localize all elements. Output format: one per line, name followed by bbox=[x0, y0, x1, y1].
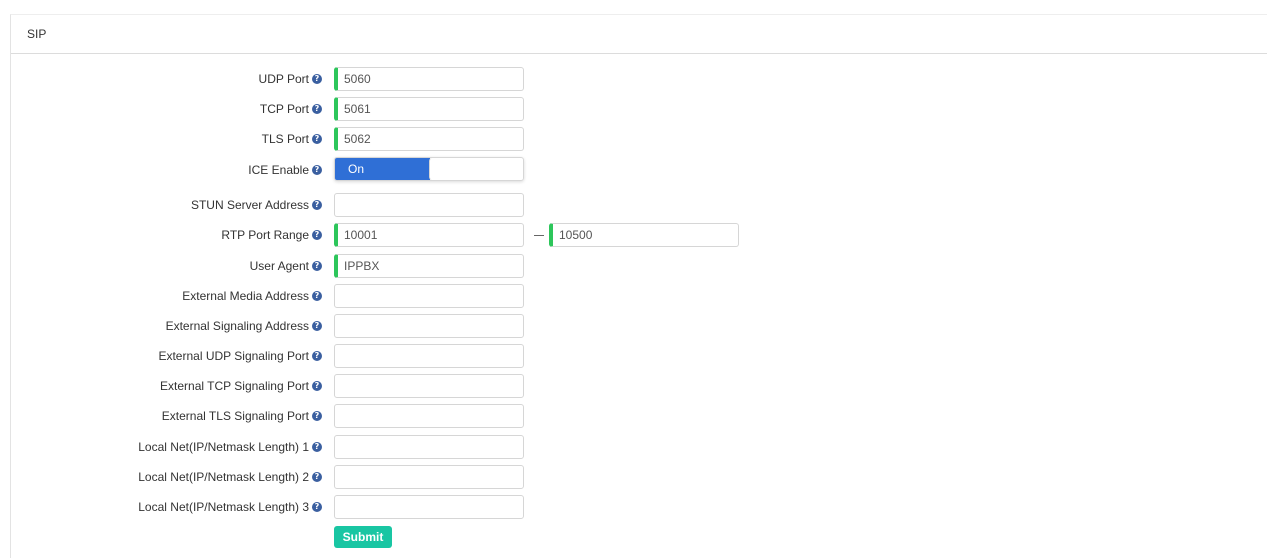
ext-media-address-input[interactable] bbox=[334, 284, 524, 308]
help-icon[interactable]: ? bbox=[312, 74, 322, 84]
local-net-1-label: Local Net(IP/Netmask Length) 1 bbox=[138, 440, 309, 454]
ext-signaling-address-input[interactable] bbox=[334, 314, 524, 338]
help-icon[interactable]: ? bbox=[312, 230, 322, 240]
local-net-3-label-group: Local Net(IP/Netmask Length) 3 ? bbox=[138, 495, 322, 519]
local-net-2-label: Local Net(IP/Netmask Length) 2 bbox=[138, 470, 309, 484]
tcp-port-label: TCP Port bbox=[259, 102, 309, 116]
tls-port-label: TLS Port bbox=[261, 132, 309, 146]
rtp-port-start-input[interactable]: 10001 bbox=[334, 223, 524, 247]
submit-button[interactable]: Submit bbox=[334, 526, 392, 548]
help-icon[interactable]: ? bbox=[312, 165, 322, 175]
ext-udp-signaling-port-label-group: External UDP Signaling Port ? bbox=[158, 344, 322, 368]
stun-server-input[interactable] bbox=[334, 193, 524, 217]
section-title: SIP bbox=[27, 27, 47, 41]
stun-server-label: STUN Server Address bbox=[190, 198, 309, 212]
ext-tcp-signaling-port-input[interactable] bbox=[334, 374, 524, 398]
local-net-1-input[interactable] bbox=[334, 435, 524, 459]
local-net-3-input[interactable] bbox=[334, 495, 524, 519]
tcp-port-input[interactable]: 5061 bbox=[334, 97, 524, 121]
help-icon[interactable]: ? bbox=[312, 381, 322, 391]
toggle-on-label: On bbox=[335, 158, 430, 180]
tcp-port-label-group: TCP Port ? bbox=[260, 97, 322, 121]
ext-tcp-signaling-port-label-group: External TCP Signaling Port ? bbox=[160, 374, 322, 398]
tls-port-input[interactable]: 5062 bbox=[334, 127, 524, 151]
ext-signaling-address-label-group: External Signaling Address ? bbox=[166, 314, 322, 338]
panel-header: SIP bbox=[11, 15, 1267, 54]
rtp-port-end-input[interactable]: 10500 bbox=[549, 223, 739, 247]
local-net-2-label-group: Local Net(IP/Netmask Length) 2 ? bbox=[138, 465, 322, 489]
local-net-3-label: Local Net(IP/Netmask Length) 3 bbox=[138, 500, 309, 514]
ext-tcp-signaling-port-label: External TCP Signaling Port bbox=[160, 379, 309, 393]
udp-port-input[interactable]: 5060 bbox=[334, 67, 524, 91]
udp-port-label-group: UDP Port ? bbox=[259, 67, 322, 91]
help-icon[interactable]: ? bbox=[312, 502, 322, 512]
ext-tls-signaling-port-label: External TLS Signaling Port bbox=[161, 409, 309, 423]
help-icon[interactable]: ? bbox=[312, 472, 322, 482]
local-net-1-label-group: Local Net(IP/Netmask Length) 1 ? bbox=[138, 435, 322, 459]
help-icon[interactable]: ? bbox=[312, 261, 322, 271]
ice-enable-label: ICE Enable bbox=[248, 163, 309, 177]
ext-signaling-address-label: External Signaling Address bbox=[165, 319, 309, 333]
tls-port-label-group: TLS Port ? bbox=[262, 127, 322, 151]
help-icon[interactable]: ? bbox=[312, 321, 322, 331]
help-icon[interactable]: ? bbox=[312, 442, 322, 452]
ext-udp-signaling-port-label: External UDP Signaling Port bbox=[158, 349, 309, 363]
help-icon[interactable]: ? bbox=[312, 200, 322, 210]
ext-media-address-label-group: External Media Address ? bbox=[182, 284, 322, 308]
udp-port-label: UDP Port bbox=[258, 72, 309, 86]
ext-media-address-label: External Media Address bbox=[182, 289, 309, 303]
help-icon[interactable]: ? bbox=[312, 351, 322, 361]
ice-enable-toggle[interactable]: On bbox=[334, 157, 524, 181]
user-agent-input[interactable]: IPPBX bbox=[334, 254, 524, 278]
ext-udp-signaling-port-input[interactable] bbox=[334, 344, 524, 368]
local-net-2-input[interactable] bbox=[334, 465, 524, 489]
help-icon[interactable]: ? bbox=[312, 104, 322, 114]
ext-tls-signaling-port-input[interactable] bbox=[334, 404, 524, 428]
ext-tls-signaling-port-label-group: External TLS Signaling Port ? bbox=[162, 404, 322, 428]
user-agent-label-group: User Agent ? bbox=[250, 254, 322, 278]
range-separator bbox=[534, 235, 544, 236]
user-agent-label: User Agent bbox=[249, 259, 309, 273]
rtp-port-range-label: RTP Port Range bbox=[221, 228, 309, 242]
help-icon[interactable]: ? bbox=[312, 291, 322, 301]
help-icon[interactable]: ? bbox=[312, 134, 322, 144]
rtp-port-range-label-group: RTP Port Range ? bbox=[221, 223, 322, 247]
ice-enable-label-group: ICE Enable ? bbox=[248, 158, 322, 182]
help-icon[interactable]: ? bbox=[312, 411, 322, 421]
stun-server-label-group: STUN Server Address ? bbox=[191, 193, 322, 217]
toggle-knob[interactable] bbox=[429, 158, 523, 180]
